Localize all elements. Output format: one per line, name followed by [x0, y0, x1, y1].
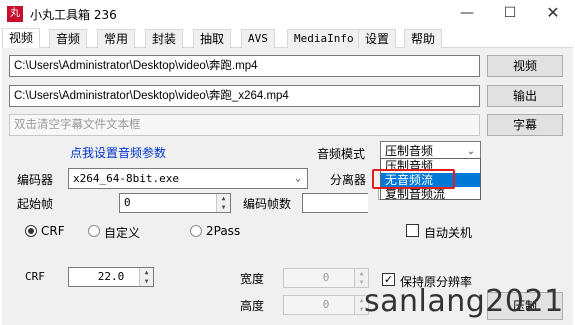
- tab-help[interactable]: 帮助: [404, 29, 443, 48]
- radio-2pass-label: 2Pass: [206, 224, 241, 238]
- encoder-select[interactable]: x264_64-8bit.exe ⌄: [68, 168, 308, 189]
- select-video-button[interactable]: 视频: [487, 55, 563, 77]
- spin-up-icon[interactable]: ▲: [217, 194, 230, 203]
- crf-value: 22.0: [97, 270, 125, 283]
- start-frame-label: 起始帧: [17, 197, 54, 211]
- crf-label: CRF: [25, 270, 45, 283]
- start-frame-spinner[interactable]: 0 ▲ ▼: [119, 193, 231, 213]
- watermark-text: sanlang2021: [364, 284, 564, 319]
- spin-down-icon[interactable]: ▼: [217, 203, 230, 212]
- radio-crf-label: CRF: [41, 224, 65, 238]
- splitter-label: 分离器: [330, 173, 367, 187]
- height-label: 高度: [240, 299, 265, 313]
- title-bar: 丸 小丸工具箱 236 — ☐ ✕: [0, 0, 575, 28]
- audio-mode-value: 压制音频: [385, 144, 434, 158]
- radio-2pass[interactable]: [190, 225, 202, 237]
- radio-custom-label: 自定义: [104, 226, 141, 240]
- encoder-value: x264_64-8bit.exe: [73, 172, 179, 185]
- frame-count-label: 编码帧数: [243, 197, 292, 211]
- tab-avs[interactable]: AVS: [241, 29, 275, 48]
- tab-common[interactable]: 常用: [97, 29, 136, 48]
- audio-settings-link[interactable]: 点我设置音频参数: [70, 144, 166, 161]
- spin-down-icon[interactable]: ▼: [140, 277, 153, 286]
- tab-mux[interactable]: 封装: [145, 29, 184, 48]
- encoder-label: 编码器: [17, 173, 54, 187]
- spin-up-icon[interactable]: ▲: [355, 269, 368, 278]
- highlight-annotation: [372, 169, 455, 189]
- select-subtitle-button[interactable]: 字幕: [487, 114, 563, 136]
- radio-crf[interactable]: [25, 225, 37, 237]
- tab-audio[interactable]: 音频: [49, 29, 88, 48]
- window-title: 小丸工具箱 236: [30, 8, 117, 22]
- audio-mode-option-copy[interactable]: 复制音频流: [381, 187, 480, 201]
- tab-settings[interactable]: 设置: [358, 29, 397, 48]
- height-value: 0: [322, 298, 330, 311]
- chevron-down-icon: ⌄: [294, 173, 302, 184]
- output-path-field[interactable]: C:\Users\Administrator\Desktop\video\奔跑_…: [9, 85, 480, 107]
- radio-custom[interactable]: [88, 225, 100, 237]
- spinner-buttons[interactable]: ▲ ▼: [139, 268, 153, 286]
- close-button[interactable]: ✕: [540, 2, 566, 24]
- app-logo-icon: 丸: [7, 6, 23, 22]
- width-label: 宽度: [240, 272, 265, 286]
- tab-extract[interactable]: 抽取: [193, 29, 232, 48]
- frame-count-spinner[interactable]: [302, 193, 368, 213]
- tab-mediainfo[interactable]: MediaInfo: [287, 29, 361, 48]
- maximize-button[interactable]: ☐: [497, 2, 523, 24]
- width-value: 0: [322, 271, 330, 284]
- start-frame-value: 0: [124, 196, 131, 209]
- spinner-buttons[interactable]: ▲ ▼: [216, 194, 230, 212]
- audio-mode-label: 音频模式: [317, 147, 366, 161]
- subtitle-path-field[interactable]: 双击清空字幕文件文本框: [9, 114, 480, 136]
- select-output-button[interactable]: 输出: [487, 85, 563, 107]
- tab-video[interactable]: 视频: [2, 28, 41, 48]
- input-video-path-field[interactable]: C:\Users\Administrator\Desktop\video\奔跑.…: [9, 55, 480, 77]
- auto-shutdown-label: 自动关机: [424, 226, 473, 240]
- auto-shutdown-checkbox[interactable]: [406, 224, 419, 237]
- spin-up-icon[interactable]: ▲: [140, 268, 153, 277]
- crf-spinner[interactable]: 22.0 ▲ ▼: [68, 267, 154, 287]
- tab-strip: 视频 音频 常用 封装 抽取 AVS MediaInfo 设置 帮助: [2, 28, 573, 48]
- width-spinner[interactable]: 0 ▲ ▼: [283, 268, 369, 288]
- minimize-button[interactable]: —: [454, 2, 480, 24]
- height-spinner[interactable]: 0 ▲ ▼: [283, 295, 369, 315]
